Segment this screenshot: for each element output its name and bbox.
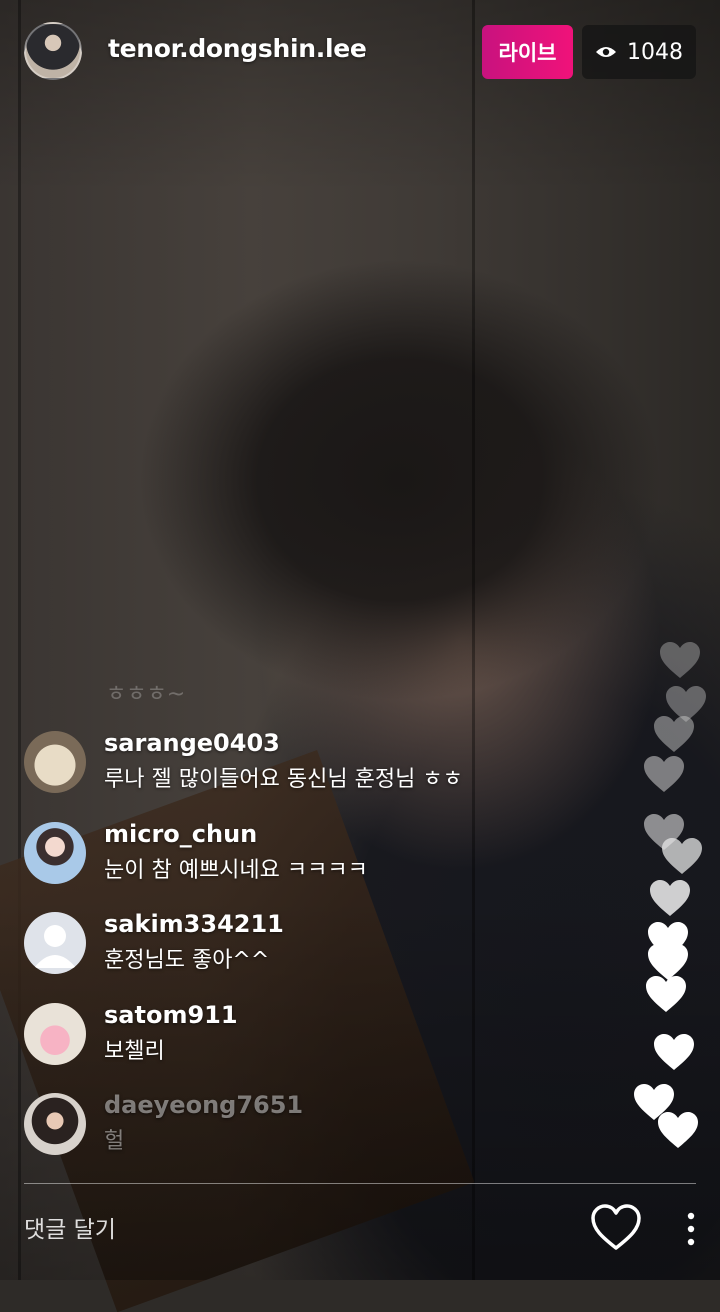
comment-username[interactable]: micro_chun xyxy=(104,820,257,848)
faded-comment: ㅎㅎㅎ~ xyxy=(106,682,186,707)
comment-text: 훈정님도 좋아^^ xyxy=(104,948,270,973)
comment-username[interactable]: satom911 xyxy=(104,1001,238,1029)
user-avatar[interactable] xyxy=(24,822,86,884)
comment-item: sakim334211 훈정님도 좋아^^ xyxy=(24,910,584,982)
comment-item: satom911 보첼리 xyxy=(24,1001,584,1073)
floating-heart-icon xyxy=(644,756,684,792)
comment-item: micro_chun 눈이 참 예쁘시네요 ㅋㅋㅋㅋ xyxy=(24,820,584,892)
default-avatar-icon xyxy=(34,925,76,968)
floating-heart-icon xyxy=(658,1112,698,1148)
heart-outline-icon[interactable] xyxy=(590,1204,642,1252)
comment-username[interactable]: sarange0403 xyxy=(104,729,280,757)
floating-heart-icon xyxy=(654,1034,694,1070)
comment-text: 눈이 참 예쁘시네요 ㅋㅋㅋㅋ xyxy=(104,858,368,883)
eye-icon xyxy=(596,47,616,57)
comment-item: daeyeong7651 헐 xyxy=(24,1091,584,1163)
live-badge: 라이브 xyxy=(482,25,573,79)
vignette-overlay xyxy=(0,0,720,1280)
floating-heart-icon xyxy=(654,716,694,752)
user-avatar[interactable] xyxy=(24,912,86,974)
host-avatar[interactable] xyxy=(24,22,82,80)
comment-text: 루나 젤 많이들어요 동신님 훈정님 ㅎㅎ xyxy=(104,767,463,792)
user-avatar[interactable] xyxy=(24,1093,86,1155)
comment-username[interactable]: daeyeong7651 xyxy=(104,1091,303,1119)
viewer-count: 1048 xyxy=(627,39,683,65)
comment-input[interactable]: 댓글 달기 xyxy=(24,1210,116,1244)
comment-text: 헐 xyxy=(104,1129,125,1154)
user-avatar[interactable] xyxy=(24,1003,86,1065)
floating-heart-icon xyxy=(648,944,688,980)
footer-divider xyxy=(24,1183,696,1184)
more-vertical-icon[interactable] xyxy=(682,1210,700,1248)
floating-heart-icon xyxy=(660,642,700,678)
floating-heart-icon xyxy=(646,976,686,1012)
floating-heart-icon xyxy=(650,880,690,916)
host-username[interactable]: tenor.dongshin.lee xyxy=(108,34,367,63)
floating-heart-icon xyxy=(662,838,702,874)
viewer-count-badge[interactable]: 1048 xyxy=(582,25,696,79)
comment-text: 보첼리 xyxy=(104,1039,165,1064)
comment-username[interactable]: sakim334211 xyxy=(104,910,284,938)
user-avatar[interactable] xyxy=(24,731,86,793)
comment-item: sarange0403 루나 젤 많이들어요 동신님 훈정님 ㅎㅎ xyxy=(24,729,584,801)
